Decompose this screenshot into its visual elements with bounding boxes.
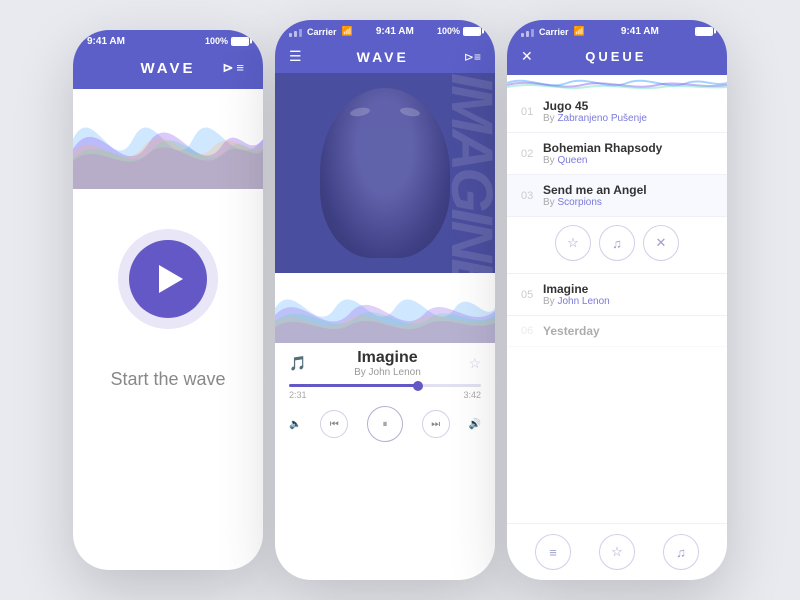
queue-song-info-05: Imagine By John Lenon	[543, 282, 713, 307]
footer-queue-button[interactable]: ≡	[535, 534, 571, 570]
queue-song-artist-03: By Scorpions	[543, 197, 713, 208]
playlist-icon-1[interactable]: ⊳≡	[223, 60, 247, 76]
screen-3-queue: Carrier 📶 9:41 AM ✕ QUEUE	[507, 20, 727, 580]
album-art: IMAGINE	[275, 73, 495, 273]
battery-pct-1: 100%	[205, 36, 228, 46]
progress-bar[interactable]	[289, 384, 481, 387]
queue-item-06[interactable]: 06 Yesterday	[507, 316, 727, 347]
footer-music-button[interactable]: ♫	[663, 534, 699, 570]
time-1: 9:41 AM	[87, 36, 125, 47]
screen1-body: Start the wave	[73, 189, 263, 410]
queue-list: 01 Jugo 45 By Zabranjeno Pušenje 02 Bohe…	[507, 91, 727, 523]
screen-2-player: Carrier 📶 9:41 AM 100% ☰ WAVE ⊳≡ IMAGINE	[275, 20, 495, 580]
total-time: 3:42	[463, 390, 481, 400]
music-note-icon: 🎵	[289, 355, 306, 372]
wave-visual-2	[275, 273, 495, 343]
pause-button[interactable]: ⏸	[367, 406, 403, 442]
progress-fill	[289, 384, 418, 387]
prev-button[interactable]: ⏮	[320, 410, 348, 438]
queue-song-title-05: Imagine	[543, 282, 713, 296]
queue-item-01[interactable]: 01 Jugo 45 By Zabranjeno Pušenje	[507, 91, 727, 133]
queue-num-02: 02	[521, 148, 539, 160]
footer-favorite-button[interactable]: ☆	[599, 534, 635, 570]
current-time: 2:31	[289, 390, 307, 400]
song-title: Imagine	[354, 349, 421, 367]
song-info: 🎵 Imagine By John Lenon ☆	[289, 349, 481, 378]
battery-pct-2: 100%	[437, 26, 460, 36]
start-wave-text: Start the wave	[110, 369, 225, 390]
queue-title: QUEUE	[585, 49, 646, 64]
action-remove-button[interactable]: ✕	[643, 225, 679, 261]
app-title-1: WAVE ⊳≡	[89, 60, 247, 77]
action-favorite-button[interactable]: ☆	[555, 225, 591, 261]
carrier-3: Carrier	[539, 27, 569, 37]
status-bar-1: 9:41 AM 100%	[73, 30, 263, 50]
signal-dots-2: Carrier 📶	[289, 26, 353, 37]
song-title-area: Imagine By John Lenon	[354, 349, 421, 378]
action-playlist-button[interactable]: ♫	[599, 225, 635, 261]
screen2-player: 🎵 Imagine By John Lenon ☆ 2:31 3:42	[275, 343, 495, 450]
screens-container: 9:41 AM 100% WAVE ⊳≡	[0, 0, 800, 600]
time-2: 9:41 AM	[376, 26, 414, 37]
app-title-2: WAVE	[357, 49, 409, 65]
status-bar-2: Carrier 📶 9:41 AM 100%	[275, 20, 495, 40]
close-icon[interactable]: ✕	[521, 48, 533, 65]
screen3-header-row: ✕ QUEUE	[521, 48, 713, 65]
queue-item-03[interactable]: 03 Send me an Angel By Scorpions	[507, 175, 727, 217]
queue-song-artist-05: By John Lenon	[543, 296, 713, 307]
status-bar-3: Carrier 📶 9:41 AM	[507, 20, 727, 40]
screen2-header-row: ☰ WAVE ⊳≡	[289, 48, 481, 65]
screen-1-wave-start: 9:41 AM 100% WAVE ⊳≡	[73, 30, 263, 570]
queue-song-title-06: Yesterday	[543, 324, 713, 338]
queue-song-info-03: Send me an Angel By Scorpions	[543, 183, 713, 208]
album-face	[320, 88, 450, 258]
screen1-header: WAVE ⊳≡	[73, 50, 263, 89]
queue-song-title-01: Jugo 45	[543, 99, 713, 113]
queue-song-info-02: Bohemian Rhapsody By Queen	[543, 141, 713, 166]
play-button-outer[interactable]	[118, 229, 218, 329]
queue-wave	[507, 75, 727, 91]
screen3-header: ✕ QUEUE	[507, 40, 727, 75]
queue-song-info-01: Jugo 45 By Zabranjeno Pušenje	[543, 99, 713, 124]
queue-item-02[interactable]: 02 Bohemian Rhapsody By Queen	[507, 133, 727, 175]
queue-song-artist-01: By Zabranjeno Pušenje	[543, 113, 713, 124]
queue-song-artist-02: By Queen	[543, 155, 713, 166]
queue-song-title-03: Send me an Angel	[543, 183, 713, 197]
favorite-icon[interactable]: ☆	[468, 355, 481, 372]
time-row: 2:31 3:42	[289, 390, 481, 400]
play-icon	[159, 265, 183, 293]
queue-footer: ≡ ☆ ♫	[507, 523, 727, 580]
battery-icon-2	[463, 27, 481, 36]
carrier-2: Carrier	[307, 27, 337, 37]
queue-song-info-06: Yesterday	[543, 324, 713, 338]
battery-icon-3	[695, 27, 713, 36]
wifi-icon-2: 📶	[342, 26, 353, 37]
queue-song-title-02: Bohemian Rhapsody	[543, 141, 713, 155]
battery-icon-1	[231, 37, 249, 46]
battery-area-3	[695, 27, 713, 36]
battery-area-2: 100%	[437, 26, 481, 36]
vol-up-icon[interactable]: 🔊	[469, 419, 481, 430]
queue-item-03-actions: ☆ ♫ ✕	[507, 217, 727, 274]
progress-area[interactable]: 2:31 3:42	[289, 384, 481, 400]
queue-num-05: 05	[521, 289, 539, 301]
controls-row: 🔈 ⏮ ⏸ ⏭ 🔊	[289, 406, 481, 442]
playlist-icon-2[interactable]: ⊳≡	[464, 50, 481, 64]
queue-num-01: 01	[521, 106, 539, 118]
next-button[interactable]: ⏭	[422, 410, 450, 438]
signal-dots-3: Carrier 📶	[521, 26, 585, 37]
vol-down-icon[interactable]: 🔈	[289, 419, 301, 430]
hamburger-icon[interactable]: ☰	[289, 48, 302, 65]
song-artist: By John Lenon	[354, 367, 421, 378]
play-button-inner[interactable]	[129, 240, 207, 318]
progress-thumb	[413, 381, 423, 391]
queue-num-06: 06	[521, 325, 539, 337]
time-3: 9:41 AM	[621, 26, 659, 37]
queue-item-05[interactable]: 05 Imagine By John Lenon	[507, 274, 727, 316]
screen2-header: ☰ WAVE ⊳≡	[275, 40, 495, 73]
battery-area-1: 100%	[205, 36, 249, 46]
wifi-icon-3: 📶	[574, 26, 585, 37]
queue-num-03: 03	[521, 190, 539, 202]
wave-visual-1	[73, 89, 263, 189]
